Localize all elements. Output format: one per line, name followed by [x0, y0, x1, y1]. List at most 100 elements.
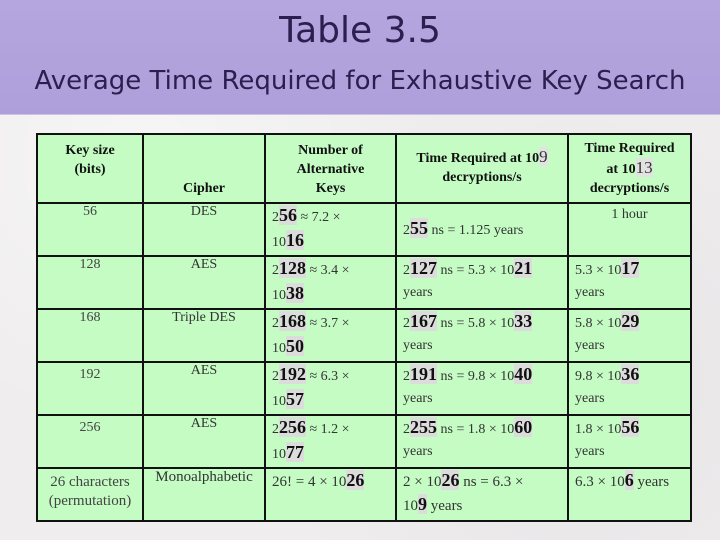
cipher-cell: Triple DES: [142, 308, 266, 363]
time-1e9-exp2: 21: [514, 258, 533, 278]
time-1e9-tail: years: [427, 498, 463, 514]
cipher-cell: AES: [142, 414, 266, 469]
alt-keys-base2: 10: [272, 394, 286, 409]
time-1e13-tail: years: [575, 391, 605, 406]
time-1e9-rest: ns = 5.8 × 10: [437, 316, 515, 331]
alt-keys-base2: 10: [272, 447, 286, 462]
alt-keys-exp: 168: [279, 311, 306, 331]
time-1e9-exp2: 9: [418, 494, 427, 514]
alt-keys-exp: 56: [279, 205, 297, 225]
alt-keys-cell: 2168 ≈ 3.7 × 1050: [264, 308, 397, 363]
alt-keys-approx: ≈ 7.2 ×: [297, 210, 341, 225]
alt-keys-base2: 10: [272, 341, 286, 356]
time-1e9-exp: 191: [410, 364, 437, 384]
alt-keys-approx: ≈ 3.7 ×: [306, 316, 350, 331]
time-1e9-exp2: 33: [514, 311, 533, 331]
header-time-1e13-pre: at 10: [606, 162, 636, 177]
alt-keys-cell: 26! = 4 × 1026: [264, 467, 397, 522]
alt-keys-base: 2: [272, 369, 279, 384]
alt-keys-exp: 128: [279, 258, 306, 278]
alt-keys-exp2: 16: [286, 230, 304, 250]
header-alt-keys-line3: Keys: [315, 181, 346, 196]
time-1e9-cell: 2127 ns = 5.3 × 1021 years: [395, 255, 569, 310]
time-1e13-tail: years: [575, 338, 605, 353]
time-1e13-exp: 36: [621, 364, 640, 384]
alt-keys-exp2: 50: [286, 336, 304, 356]
alt-keys-exp: 192: [279, 364, 306, 384]
time-1e13-mantissa: 6.3 × 10: [575, 474, 625, 490]
key-size-line2: (permutation): [48, 493, 132, 509]
alt-keys-exp: 256: [279, 417, 306, 437]
alt-keys-cell: 2192 ≈ 6.3 × 1057: [264, 361, 397, 416]
alt-keys-base2: 10: [272, 288, 286, 303]
time-1e9-cell: 2 × 1026 ns = 6.3 × 109 years: [395, 467, 569, 522]
table-row: 56 DES 256 ≈ 7.2 × 1016 255 ns = 1.125 y…: [36, 202, 692, 257]
time-1e9-tail: years: [403, 444, 433, 459]
alt-keys-cell: 256 ≈ 7.2 × 1016: [264, 202, 397, 257]
time-1e9-cell: 2167 ns = 5.8 × 1033 years: [395, 308, 569, 363]
time-1e9-base: 2: [403, 316, 410, 331]
time-1e13-cell: 5.3 × 1017 years: [567, 255, 692, 310]
time-1e13-cell: 1.8 × 1056 years: [567, 414, 692, 469]
time-1e9-pre: 2 × 10: [403, 474, 442, 490]
time-1e9-base: 2: [403, 223, 410, 238]
time-1e9-cell: 255 ns = 1.125 years: [395, 202, 569, 257]
header-time-1e9: Time Required at 109 decryptions/s: [395, 133, 569, 204]
time-1e9-rest: ns = 1.125 years: [428, 223, 524, 238]
time-1e9-rest: ns = 5.3 × 10: [437, 263, 515, 278]
table-row: 128 AES 2128 ≈ 3.4 × 1038 2127 ns = 5.3 …: [36, 255, 692, 310]
table-row: 26 characters (permutation) Monoalphabet…: [36, 467, 692, 522]
key-size-cell: 56: [36, 202, 144, 257]
time-1e13-mantissa: 5.3 × 10: [575, 263, 622, 278]
time-1e9-exp2: 60: [514, 417, 533, 437]
header-time-1e13-post: decryptions/s: [589, 181, 670, 196]
header-cipher: Cipher: [142, 133, 266, 204]
header-key-size: Key size (bits): [36, 133, 144, 204]
time-1e9-cell: 2191 ns = 9.8 × 1040 years: [395, 361, 569, 416]
time-1e9-exp: 127: [410, 258, 437, 278]
key-size-cell: 26 characters (permutation): [36, 467, 144, 522]
alt-keys-base: 2: [272, 316, 279, 331]
header-time-1e13-line1: Time Required: [584, 141, 675, 156]
slide-subtitle: Average Time Required for Exhaustive Key…: [34, 66, 686, 96]
time-1e9-base: 2: [403, 422, 410, 437]
time-1e13-tail: years: [575, 285, 605, 300]
alt-keys-cell: 2128 ≈ 3.4 × 1038: [264, 255, 397, 310]
time-1e9-rest: ns = 1.8 × 10: [437, 422, 515, 437]
cipher-cell: Monoalphabetic: [142, 467, 266, 522]
time-1e9-base2: 10: [403, 498, 418, 514]
cipher-cell: AES: [142, 255, 266, 310]
time-1e13-exp: 17: [621, 258, 640, 278]
header-time-1e13-exp: 13: [635, 158, 653, 177]
time-1e13-cell: 6.3 × 106 years: [567, 467, 692, 522]
table-row: 168 Triple DES 2168 ≈ 3.7 × 1050 2167 ns…: [36, 308, 692, 363]
alt-keys-approx: ≈ 6.3 ×: [306, 369, 350, 384]
header-time-1e13: Time Required at 1013 decryptions/s: [567, 133, 692, 204]
alt-keys-base: 2: [272, 422, 279, 437]
header-key-size-line2: (bits): [74, 162, 106, 177]
time-1e13-exp: 6: [624, 470, 634, 490]
time-1e13-cell: 9.8 × 1036 years: [567, 361, 692, 416]
key-size-cell: 128: [36, 255, 144, 310]
time-1e9-exp: 55: [410, 218, 428, 238]
alt-keys-cell: 2256 ≈ 1.2 × 1077: [264, 414, 397, 469]
alt-keys-base2: 10: [272, 235, 286, 250]
exhaustive-key-search-table: Key size (bits) Cipher Number of Alterna…: [36, 133, 692, 522]
alt-keys-approx: ≈ 1.2 ×: [306, 422, 350, 437]
time-1e9-mid: ns = 6.3 ×: [459, 474, 524, 490]
alt-keys-exp2: 77: [286, 442, 304, 462]
time-1e13-exp: 56: [621, 417, 640, 437]
key-size-line1: 26 characters: [50, 474, 130, 490]
time-1e9-base: 2: [403, 263, 410, 278]
time-1e9-tail: years: [403, 338, 433, 353]
time-1e9-rest: ns = 9.8 × 10: [437, 369, 515, 384]
time-1e13-mantissa: 1.8 × 10: [575, 422, 622, 437]
header-alt-keys-line2: Alternative: [296, 162, 365, 177]
time-1e13-mantissa: 5.8 × 10: [575, 316, 622, 331]
slide-title: Table 3.5: [279, 10, 441, 51]
time-1e9-tail: years: [403, 285, 433, 300]
key-size-cell: 168: [36, 308, 144, 363]
time-1e9-exp: 167: [410, 311, 437, 331]
table-row: 256 AES 2256 ≈ 1.2 × 1077 2255 ns = 1.8 …: [36, 414, 692, 469]
cipher-cell: AES: [142, 361, 266, 416]
